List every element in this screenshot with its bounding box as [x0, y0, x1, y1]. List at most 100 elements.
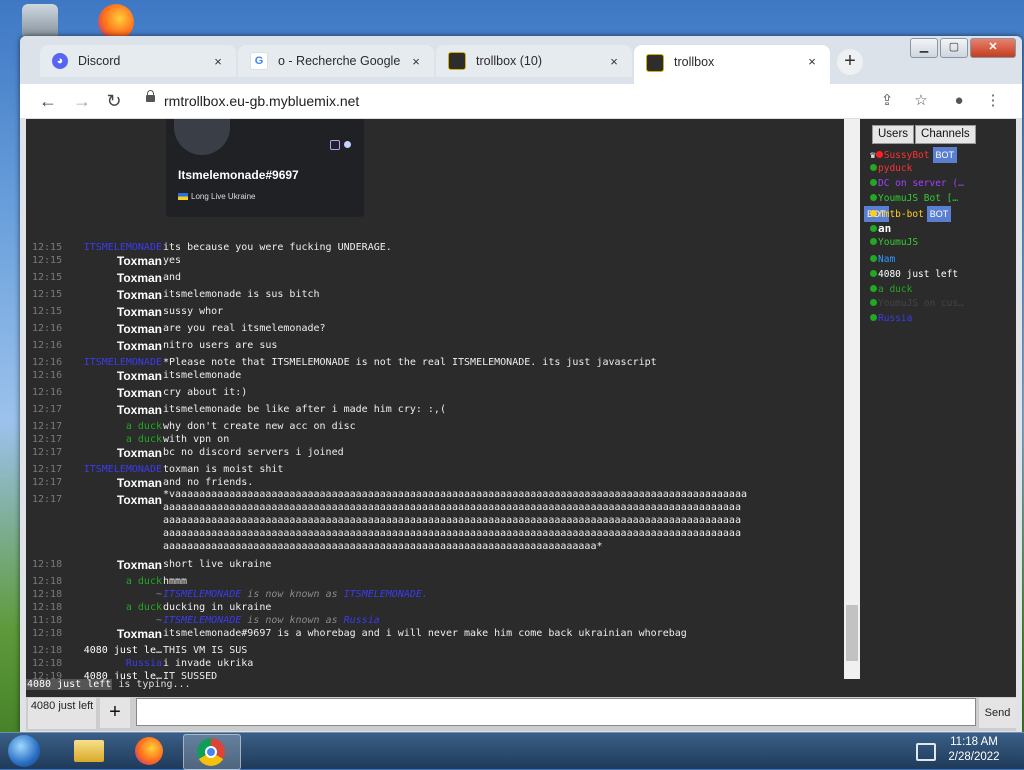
message-user[interactable]: a duck [126, 601, 162, 615]
message-user[interactable]: Toxman [117, 558, 162, 572]
tab-title: o - Recherche Google [278, 54, 401, 68]
back-arrow-icon[interactable]: ← [36, 90, 60, 112]
message-time: 12:18 [32, 559, 63, 570]
user-list-item[interactable]: rmtb-bot BOT [870, 206, 952, 222]
message-user[interactable]: Toxman [117, 403, 162, 417]
close-tab-icon[interactable]: × [804, 45, 820, 79]
message-user[interactable]: 4080 just le… [84, 670, 162, 679]
system-clock[interactable]: 11:18 AM 2/28/2022 [944, 735, 1004, 765]
status-dot-icon [870, 225, 877, 232]
status-dot-icon [870, 270, 877, 277]
message-user[interactable]: Toxman [117, 476, 162, 490]
taskbar-chrome[interactable] [183, 734, 241, 770]
message-user[interactable]: Toxman [117, 288, 162, 302]
bot-badge: BOT [932, 147, 958, 163]
message-user[interactable]: a duck [126, 420, 162, 434]
user-list-item[interactable]: YoumuJS Bot [… BOT [864, 192, 958, 222]
bookmark-star-icon[interactable]: ☆ [910, 90, 932, 112]
message-user[interactable]: ~ [156, 588, 162, 602]
send-button[interactable]: Send [979, 698, 1016, 728]
message-user[interactable]: Toxman [117, 339, 162, 353]
network-icon[interactable] [916, 743, 936, 761]
address-bar[interactable]: rmtrollbox.eu-gb.mybluemix.net [164, 90, 359, 112]
message-user[interactable]: ~ [156, 614, 162, 628]
message-text: *Please note that ITSMELEMONADE is not t… [163, 357, 657, 368]
chat-scrollbar[interactable] [844, 119, 860, 679]
firefox-desktop-icon[interactable] [98, 4, 134, 40]
taskbar-explorer[interactable] [62, 734, 118, 768]
user-list-item[interactable]: 4080 just left [870, 268, 958, 282]
message-user[interactable]: Toxman [117, 386, 162, 400]
tab-google-search[interactable]: G o - Recherche Google × [238, 45, 434, 77]
message-user[interactable]: Toxman [117, 254, 162, 268]
message-input[interactable] [136, 698, 976, 726]
close-window-button[interactable]: ✕ [970, 38, 1016, 58]
message-user[interactable]: Toxman [117, 446, 162, 460]
user-name: SussyBot [883, 150, 930, 161]
tab-trollbox-10[interactable]: trollbox (10) × [436, 45, 632, 77]
user-name: Russia [878, 313, 913, 324]
message-text: toxman is moist shit [163, 464, 284, 475]
message-user[interactable]: Toxman [117, 271, 162, 285]
embedded-image[interactable]: Itsmelemonade#9697 Long Live Ukraine [166, 119, 364, 217]
user-list-item[interactable]: YoumuJS on cus… [870, 297, 964, 311]
message-time: 12:16 [32, 323, 63, 334]
maximize-button[interactable]: ▢ [940, 38, 968, 58]
user-list-item[interactable]: Nam [870, 253, 895, 267]
message-user[interactable]: a duck [126, 575, 162, 589]
recycle-bin-icon[interactable] [22, 4, 58, 40]
chat-log[interactable]: Itsmelemonade#9697 Long Live Ukraine *va… [26, 119, 844, 679]
scrollbar-thumb[interactable] [846, 605, 858, 661]
browser-menu-icon[interactable]: ⋮ [982, 90, 1004, 112]
message-user[interactable]: Toxman [117, 493, 162, 507]
tab-trollbox[interactable]: trollbox × [634, 45, 830, 84]
message-user[interactable]: Russia [126, 657, 162, 671]
tab-users[interactable]: Users [872, 125, 915, 144]
message-user[interactable]: Toxman [117, 369, 162, 383]
taskbar-firefox[interactable] [122, 734, 178, 768]
nickname-button[interactable]: 4080 just left [28, 698, 96, 729]
profile-avatar-icon[interactable]: ● [948, 90, 970, 112]
close-tab-icon[interactable]: × [606, 54, 622, 69]
status-dot-icon [870, 210, 877, 217]
composer-bar: 4080 just left + Send [26, 697, 1016, 731]
tab-channels[interactable]: Channels [915, 125, 976, 144]
user-list-item[interactable]: YoumuJS [870, 236, 918, 250]
new-tab-button[interactable]: + [837, 49, 863, 75]
user-list-item[interactable]: ♛ SussyBot BOT [870, 147, 958, 163]
user-list-item[interactable]: an [870, 222, 891, 236]
lock-icon[interactable] [146, 90, 155, 102]
status-dot-icon [870, 299, 877, 306]
message-user[interactable]: ITSMELEMONADE [84, 241, 162, 255]
message-time: 12:17 [32, 434, 63, 445]
close-tab-icon[interactable]: × [408, 54, 424, 69]
message-user[interactable]: Toxman [117, 627, 162, 641]
reload-icon[interactable]: ↻ [102, 90, 126, 112]
close-tab-icon[interactable]: × [210, 54, 226, 69]
window-controls: ▁ ▢ ✕ [908, 38, 1016, 58]
message-user[interactable]: ITSMELEMONADE [84, 356, 162, 370]
minimize-button[interactable]: ▁ [910, 38, 938, 58]
ukraine-flag-icon [178, 193, 188, 201]
forward-arrow-icon[interactable]: → [70, 90, 94, 112]
message-user[interactable]: 4080 just le… [84, 644, 162, 658]
message-user[interactable]: a duck [126, 433, 162, 447]
user-list-item[interactable]: a duck [870, 283, 912, 297]
share-icon[interactable]: ⇪ [876, 90, 898, 112]
user-list-item[interactable]: Russia [870, 312, 912, 326]
rename-new-name: ITSMELEMONADE. [343, 589, 428, 600]
message-text: hmmm [163, 576, 188, 587]
message-user[interactable]: Toxman [117, 305, 162, 319]
user-list-item[interactable]: DC on server (… [870, 177, 964, 191]
user-name: a duck [878, 284, 913, 295]
start-button[interactable] [4, 733, 44, 769]
status-dot-icon [870, 238, 877, 245]
chat-message: 12:17 Toxman itsmelemonade be like after i… [26, 403, 844, 417]
user-list-item[interactable]: pyduck [870, 162, 912, 176]
trollbox-icon [448, 52, 466, 70]
message-user[interactable]: ITSMELEMONADE [84, 463, 162, 477]
message-time: 12:17 [32, 447, 63, 458]
message-user[interactable]: Toxman [117, 322, 162, 336]
tab-discord[interactable]: ◕ Discord × [40, 45, 236, 77]
add-button[interactable]: + [100, 698, 130, 728]
